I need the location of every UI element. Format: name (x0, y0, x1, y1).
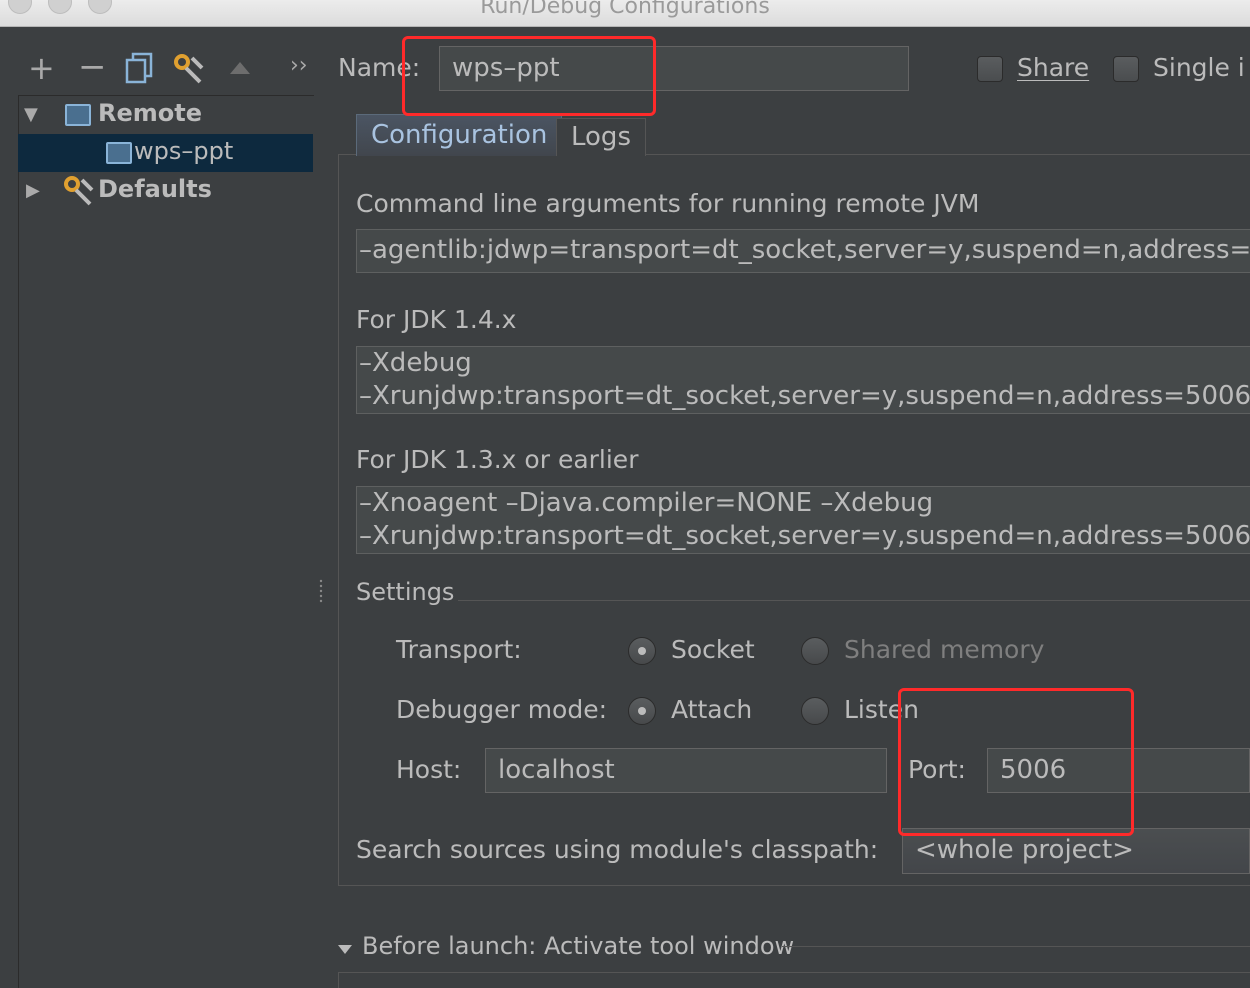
jdk14-label: For JDK 1.4.x (356, 305, 517, 334)
wrench-gear-icon[interactable] (172, 52, 206, 84)
before-launch-list[interactable] (338, 972, 1250, 988)
window-title: Run/Debug Configurations (480, 0, 770, 19)
tree-item-label: Defaults (98, 175, 212, 203)
triangle-up-icon[interactable] (228, 60, 252, 76)
cmdline-label: Command line arguments for running remot… (356, 189, 980, 218)
settings-separator (458, 600, 1250, 601)
jdk13-args-field[interactable]: –Xnoagent –Djava.compiler=NONE –Xdebug –… (356, 486, 1250, 554)
name-highlight-box (402, 36, 656, 116)
add-icon[interactable]: + (28, 52, 55, 84)
jdk14-line-1: –Xdebug (359, 348, 472, 378)
collapse-arrow-icon[interactable] (338, 940, 352, 954)
port-highlight-box (898, 688, 1134, 836)
remove-icon[interactable]: − (78, 50, 107, 84)
jdk13-line-2: –Xrunjdwp:transport=dt_socket,server=y,s… (359, 521, 1250, 551)
settings-section-label: Settings (356, 578, 455, 606)
title-bar: Run/Debug Configurations (0, 0, 1250, 27)
cmdline-args-field[interactable]: –agentlib:jdwp=transport=dt_socket,serve… (356, 229, 1250, 273)
transport-shared-memory-label[interactable]: Shared memory (844, 635, 1044, 664)
tree-item-remote[interactable]: ▼ Remote (18, 96, 313, 134)
jdk14-args-field[interactable]: –Xdebug –Xrunjdwp:transport=dt_socket,se… (356, 346, 1250, 414)
transport-label: Transport: (396, 635, 522, 664)
copy-icon[interactable] (124, 52, 154, 84)
before-launch-separator (782, 946, 1250, 947)
debugger-mode-label: Debugger mode: (396, 695, 608, 724)
tab-logs[interactable]: Logs (556, 118, 646, 156)
config-tree (18, 95, 314, 988)
jdk14-line-2: –Xrunjdwp:transport=dt_socket,server=y,s… (359, 381, 1250, 411)
pane-splitter[interactable] (318, 578, 324, 606)
expanded-arrow-icon[interactable]: ▼ (24, 104, 38, 125)
remote-config-icon (65, 104, 91, 126)
tree-item-wps-ppt[interactable]: wps–ppt (18, 134, 313, 172)
share-label[interactable]: Share (1017, 53, 1089, 82)
more-icon[interactable]: ›› (290, 55, 308, 77)
host-label: Host: (396, 755, 462, 784)
remote-config-icon (106, 142, 132, 164)
tree-item-label: Remote (98, 99, 203, 127)
classpath-label: Search sources using module's classpath: (356, 835, 879, 864)
single-instance-label[interactable]: Single i (1153, 53, 1245, 82)
share-checkbox[interactable] (977, 56, 1003, 82)
jdk13-line-1: –Xnoagent –Djava.compiler=NONE –Xdebug (359, 488, 934, 518)
mode-attach-radio[interactable] (628, 697, 656, 725)
tab-configuration[interactable]: Configuration (356, 114, 563, 156)
mode-attach-label[interactable]: Attach (671, 695, 752, 724)
defaults-gear-icon (62, 174, 96, 206)
jdk13-label: For JDK 1.3.x or earlier (356, 445, 639, 474)
transport-shared-memory-radio[interactable] (801, 637, 829, 665)
host-input[interactable]: localhost (485, 748, 887, 793)
transport-socket-label[interactable]: Socket (671, 635, 755, 664)
tree-item-label: wps–ppt (134, 137, 234, 165)
collapsed-arrow-icon[interactable]: ▶ (26, 180, 40, 201)
cmdline-args-text: –agentlib:jdwp=transport=dt_socket,serve… (359, 235, 1250, 265)
mode-listen-radio[interactable] (801, 697, 829, 725)
tree-item-defaults[interactable]: ▶ Defaults (18, 172, 313, 210)
before-launch-label[interactable]: Before launch: Activate tool window (362, 932, 794, 960)
transport-socket-radio[interactable] (628, 637, 656, 665)
single-instance-checkbox[interactable] (1113, 56, 1139, 82)
